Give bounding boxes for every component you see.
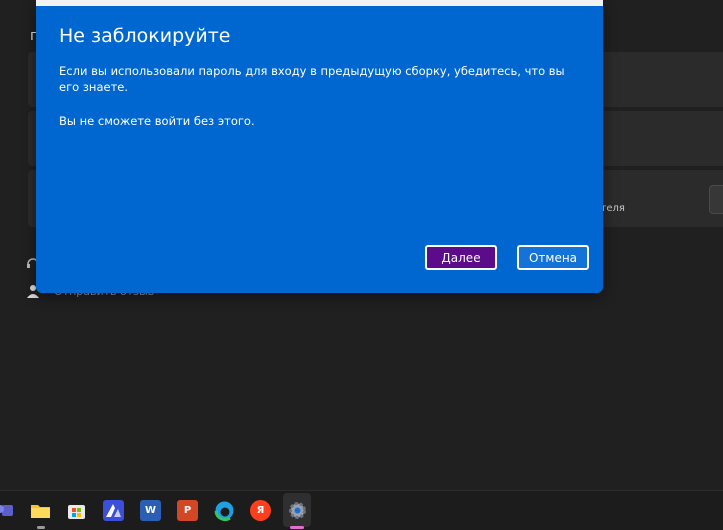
edge-icon[interactable] [214, 500, 235, 521]
word-letter: W [144, 505, 157, 516]
powerpoint-icon[interactable]: P [177, 500, 198, 521]
teams-icon[interactable] [0, 500, 15, 521]
dialog-title: Не заблокируйте [59, 25, 231, 47]
taskbar: W P Я [0, 490, 723, 530]
dialog-title-bar [36, 0, 603, 6]
settings-card-button[interactable] [709, 185, 723, 214]
microsoft-store-icon[interactable] [66, 500, 87, 521]
yandex-letter: Я [256, 505, 265, 516]
next-button[interactable]: Далее [425, 245, 497, 270]
dialog-message-secondary: Вы не сможете войти без этого. [59, 114, 255, 128]
settings-icon[interactable] [287, 500, 308, 521]
powerpoint-letter: P [183, 505, 192, 516]
file-explorer-icon[interactable] [30, 500, 51, 521]
dialog-message: Если вы использовали пароль для входу в … [59, 64, 565, 94]
word-icon[interactable]: W [140, 500, 161, 521]
cancel-button[interactable]: Отмена [517, 245, 589, 270]
lock-warning-dialog: Не заблокируйте Если вы использовали пар… [36, 0, 603, 293]
app-icon[interactable] [103, 500, 124, 521]
yandex-icon[interactable]: Я [250, 500, 271, 521]
